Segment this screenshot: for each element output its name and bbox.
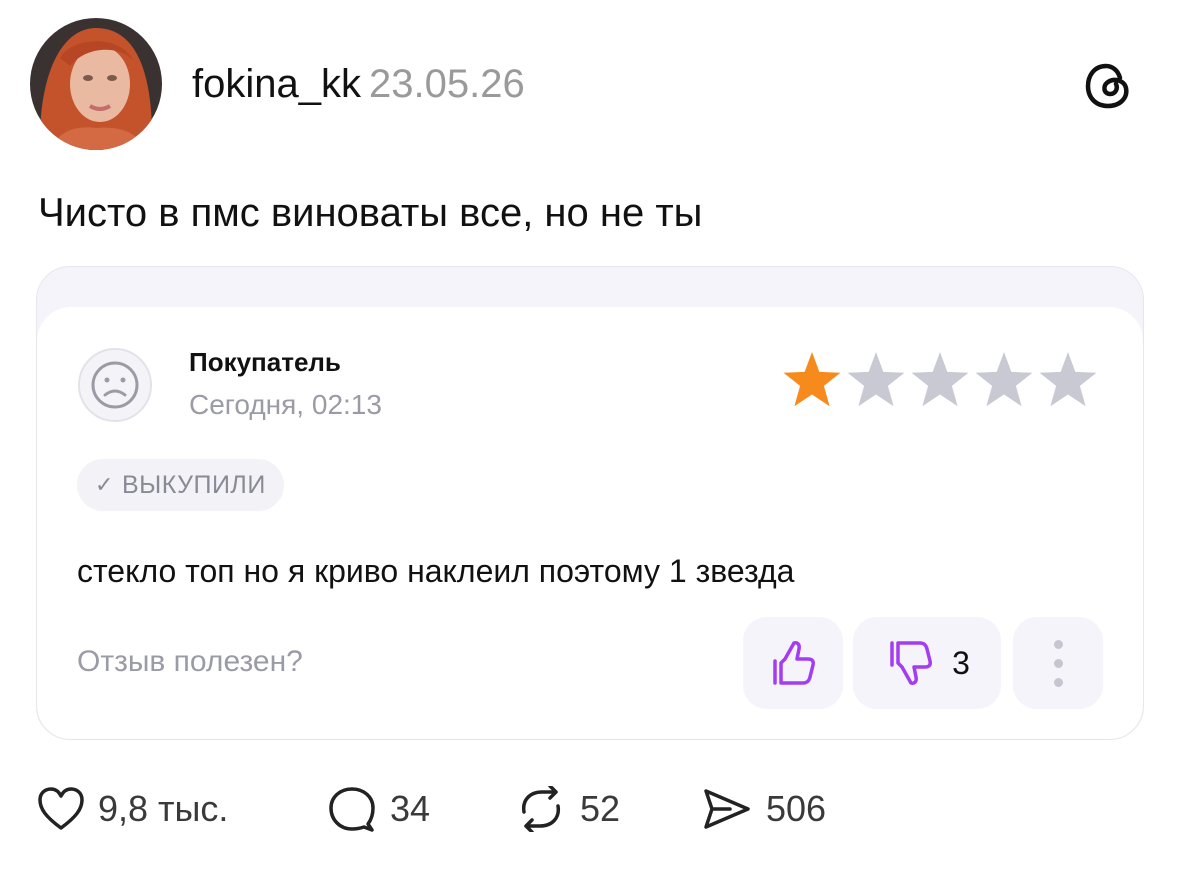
star-icon — [1039, 352, 1097, 407]
share-button[interactable]: 506 — [702, 786, 826, 832]
comment-icon — [329, 787, 375, 832]
buyer-name: Покупатель — [189, 347, 341, 377]
post-date: 23.05.26 — [368, 62, 525, 106]
star-icon — [975, 352, 1033, 407]
threads-logo-icon[interactable] — [1080, 58, 1136, 114]
like-button[interactable]: 9,8 тыс. — [38, 786, 228, 832]
review-card: Покупатель Сегодня, 02:13 ✓ ВЫКУПИЛИ сте… — [37, 307, 1143, 739]
post-text: Чисто в пмс виноваты все, но не ты — [38, 191, 703, 235]
star-rating — [783, 352, 1097, 407]
post-author: fokina_kk 23.05.26 — [192, 60, 525, 108]
helpful-prompt: Отзыв полезен? — [77, 645, 303, 678]
dislike-review-button[interactable]: 3 — [853, 617, 1001, 709]
badge-label: ВЫКУПИЛИ — [121, 470, 266, 499]
comments-count: 34 — [390, 788, 431, 829]
star-icon — [783, 352, 841, 407]
repost-icon — [521, 786, 561, 832]
heart-icon — [38, 787, 84, 830]
dislike-count: 3 — [952, 644, 970, 681]
buyer-time: Сегодня, 02:13 — [189, 389, 382, 420]
check-icon: ✓ — [95, 472, 114, 497]
sad-face-icon — [77, 347, 153, 423]
review-text: стекло топ но я криво наклеил поэтому 1 … — [77, 553, 795, 589]
thumb-down-icon — [890, 641, 933, 685]
more-options-button[interactable] — [1013, 617, 1103, 709]
like-review-button[interactable] — [743, 617, 843, 709]
repost-button[interactable]: 52 — [516, 786, 620, 832]
purchased-badge: ✓ ВЫКУПИЛИ — [77, 459, 284, 511]
star-icon — [847, 352, 905, 407]
reposts-count: 52 — [580, 788, 621, 829]
thumb-up-icon — [773, 641, 815, 685]
avatar[interactable] — [30, 18, 162, 150]
likes-count: 9,8 тыс. — [98, 788, 229, 829]
shares-count: 506 — [766, 788, 827, 829]
review-card-embed[interactable]: Покупатель Сегодня, 02:13 ✓ ВЫКУПИЛИ сте… — [36, 266, 1144, 740]
star-icon — [911, 352, 969, 407]
username[interactable]: fokina_kk — [192, 62, 361, 106]
more-vertical-icon — [1053, 639, 1063, 687]
comment-button[interactable]: 34 — [328, 786, 430, 832]
share-icon — [704, 789, 750, 829]
